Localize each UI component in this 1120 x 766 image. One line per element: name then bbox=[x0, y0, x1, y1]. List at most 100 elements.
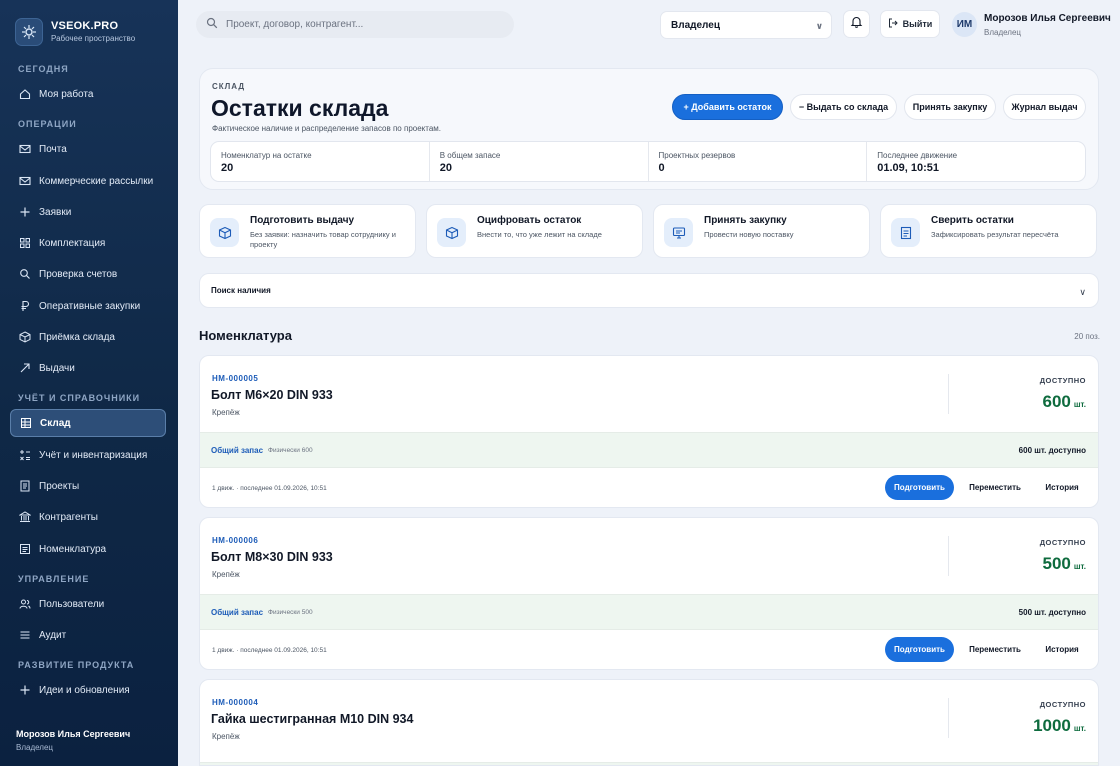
role-select[interactable]: Владелец ∨ bbox=[660, 11, 832, 39]
page-eyebrow: СКЛАД bbox=[212, 82, 246, 91]
ruble-icon bbox=[19, 300, 31, 312]
stat-label: Номенклатур на остатке bbox=[221, 151, 312, 160]
user-role: Владелец bbox=[984, 28, 1022, 37]
sidebar-item-label: Заявки bbox=[39, 206, 72, 218]
moves-info: 1 движ. · последнее 01.09.2026, 10:51 bbox=[212, 485, 327, 492]
plus-icon bbox=[19, 684, 31, 696]
logout-button[interactable]: Выйти bbox=[880, 10, 940, 38]
sidebar-item-requests[interactable]: Заявки bbox=[10, 198, 166, 226]
clipboard-icon bbox=[891, 218, 920, 247]
sidebar-item-invoice-check[interactable]: Проверка счетов bbox=[10, 260, 166, 288]
item-category: Крепёж bbox=[212, 408, 240, 417]
section-title: Номенклатура bbox=[199, 328, 292, 343]
stock-available: 500 шт. доступно bbox=[1018, 608, 1086, 617]
sidebar-item-label: Склад bbox=[40, 417, 71, 429]
action-digitize-stock[interactable]: Оцифровать остаток Внести то, что уже ле… bbox=[426, 204, 643, 258]
stat-value: 0 bbox=[658, 162, 665, 174]
search-input[interactable] bbox=[226, 19, 496, 30]
history-button[interactable]: История bbox=[1034, 637, 1090, 662]
stat-value: 01.09, 10:51 bbox=[877, 162, 940, 174]
stat-value: 20 bbox=[221, 162, 234, 174]
sidebar-item-ideas[interactable]: Идеи и обновления bbox=[10, 676, 166, 704]
sidebar-item-label: Номенклатура bbox=[39, 543, 107, 555]
sidebar-item-my-work[interactable]: Моя работа bbox=[10, 80, 166, 108]
monitor-icon bbox=[664, 218, 693, 247]
qty-value: 500 bbox=[1042, 554, 1071, 573]
action-desc: Без заявки: назначить товар сотруднику и… bbox=[250, 230, 396, 249]
sidebar-user-name: Морозов Илья Сергеевич bbox=[16, 729, 131, 739]
sidebar-item-kitting[interactable]: Комплектация bbox=[10, 229, 166, 257]
sidebar-item-warehouse[interactable]: Склад bbox=[10, 409, 166, 437]
sidebar-item-label: Проверка счетов bbox=[39, 268, 118, 280]
sidebar-item-issues[interactable]: Выдачи bbox=[10, 354, 166, 382]
action-accept-purchase[interactable]: Принять закупку Провести новую поставку bbox=[653, 204, 870, 258]
nav-section-operations: ОПЕРАЦИИ bbox=[18, 119, 77, 129]
sidebar-item-projects[interactable]: Проекты bbox=[10, 472, 166, 500]
action-title: Подготовить выдачу bbox=[250, 215, 355, 226]
role-select-value: Владелец bbox=[671, 19, 720, 31]
availability-search-toggle[interactable]: Поиск наличия ∨ bbox=[199, 273, 1099, 308]
stat-label: Проектных резервов bbox=[658, 151, 736, 160]
move-button[interactable]: Переместить bbox=[962, 475, 1028, 500]
list-icon bbox=[19, 543, 31, 555]
arrow-icon bbox=[19, 362, 31, 374]
page-title: Остатки склада bbox=[211, 95, 389, 121]
available-qty: 600 шт. bbox=[1043, 392, 1086, 412]
stock-label: Общий запас bbox=[211, 446, 264, 455]
sidebar-item-mail[interactable]: Почта bbox=[10, 135, 166, 163]
sidebar-item-warehouse-receipt[interactable]: Приёмка склада bbox=[10, 323, 166, 351]
sidebar-item-label: Проекты bbox=[39, 480, 80, 492]
stock-band: Общий запас Физически 500 500 шт. доступ… bbox=[200, 594, 1098, 630]
bank-icon bbox=[19, 511, 31, 523]
brand[interactable]: VSEOK.PRO Рабочее пространство bbox=[0, 0, 178, 48]
stat-items: Номенклатур на остатке 20 bbox=[211, 142, 430, 181]
sidebar-item-mailings[interactable]: Коммерческие рассылки bbox=[10, 167, 166, 195]
section-count: 20 поз. bbox=[1074, 332, 1100, 341]
sidebar-item-label: Выдачи bbox=[39, 362, 75, 374]
box-icon bbox=[210, 218, 239, 247]
physical-qty: Физически 600 bbox=[268, 447, 313, 454]
cube-icon bbox=[437, 218, 466, 247]
physical-qty: Физически 500 bbox=[268, 609, 313, 616]
divider bbox=[948, 698, 949, 738]
sidebar-user[interactable]: Морозов Илья Сергеевич Владелец bbox=[16, 729, 130, 752]
action-reconcile-stock[interactable]: Сверить остатки Зафиксировать результат … bbox=[880, 204, 1097, 258]
accept-purchase-button[interactable]: Принять закупку bbox=[904, 94, 996, 120]
notifications-button[interactable] bbox=[843, 10, 870, 38]
prepare-button[interactable]: Подготовить bbox=[885, 637, 954, 662]
brand-subtitle: Рабочее пространство bbox=[51, 34, 136, 43]
move-button[interactable]: Переместить bbox=[962, 637, 1028, 662]
stock-item-card: НМ-000005 Болт М6×20 DIN 933 Крепёж ДОСТ… bbox=[199, 355, 1099, 508]
sidebar-item-nomenclature[interactable]: Номенклатура bbox=[10, 535, 166, 563]
sidebar-item-quick-purchases[interactable]: Оперативные закупки bbox=[10, 292, 166, 320]
sidebar-item-label: Коммерческие рассылки bbox=[39, 175, 154, 187]
issue-stock-button[interactable]: − Выдать со склада bbox=[790, 94, 897, 120]
stat-label: В общем запасе bbox=[439, 151, 501, 160]
sidebar-item-users[interactable]: Пользователи bbox=[10, 590, 166, 618]
availability-label: Поиск наличия bbox=[211, 286, 271, 295]
page-subtitle: Фактическое наличие и распределение запа… bbox=[212, 124, 441, 133]
action-title: Принять закупку bbox=[704, 215, 787, 226]
sidebar-item-label: Учёт и инвентаризация bbox=[39, 449, 148, 461]
sidebar-item-contractors[interactable]: Контрагенты bbox=[10, 503, 166, 531]
sidebar-item-inventory[interactable]: Учёт и инвентаризация bbox=[10, 441, 166, 469]
action-prepare-issue[interactable]: Подготовить выдачу Без заявки: назначить… bbox=[199, 204, 416, 258]
stat-label: Последнее движение bbox=[877, 151, 958, 160]
user-name: Морозов Илья Сергеевич bbox=[984, 13, 1111, 24]
add-stock-button[interactable]: + Добавить остаток bbox=[672, 94, 783, 120]
sidebar-item-audit[interactable]: Аудит bbox=[10, 621, 166, 649]
available-qty: 500 шт. bbox=[1043, 554, 1086, 574]
prepare-button[interactable]: Подготовить bbox=[885, 475, 954, 500]
sidebar-user-role: Владелец bbox=[16, 743, 54, 752]
users-icon bbox=[19, 598, 31, 610]
avatar[interactable]: ИМ bbox=[952, 12, 977, 37]
home-icon bbox=[19, 88, 31, 100]
search-icon bbox=[19, 268, 31, 280]
history-button[interactable]: История bbox=[1034, 475, 1090, 500]
stock-available: 600 шт. доступно bbox=[1018, 446, 1086, 455]
issue-journal-button[interactable]: Журнал выдач bbox=[1003, 94, 1086, 120]
stat-common-stock: В общем запасе 20 bbox=[430, 142, 649, 181]
global-search[interactable] bbox=[196, 11, 514, 38]
chevron-down-icon: ∨ bbox=[1079, 287, 1086, 297]
logout-label: Выйти bbox=[902, 19, 933, 29]
